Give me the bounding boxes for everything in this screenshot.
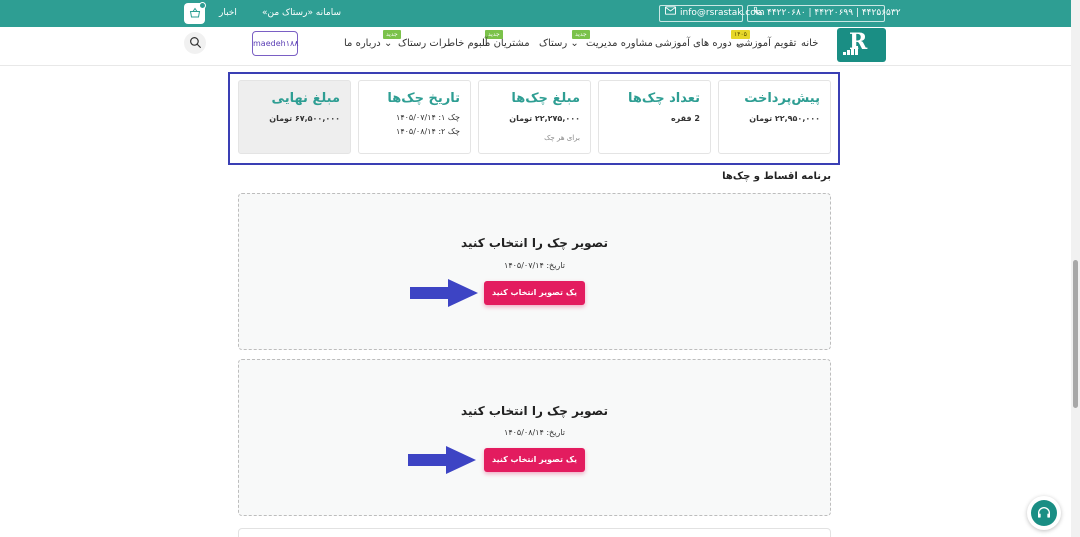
email-contact[interactable]: info@rsrastak.com xyxy=(659,5,765,22)
card-final-amount: مبلغ نهایی ۶۷,۵۰۰,۰۰۰ تومان xyxy=(238,80,351,154)
search-button[interactable] xyxy=(184,32,206,54)
support-chat-button[interactable] xyxy=(1027,496,1061,530)
card-cheque-amount-value: ۲۲,۲۷۵,۰۰۰ تومان xyxy=(509,114,580,123)
nav-about[interactable]: ⌄ درباره ما xyxy=(344,27,392,61)
logo-bars-icon xyxy=(843,46,858,55)
nav-rastak[interactable]: ⌄ رستاک xyxy=(539,27,579,61)
user-account-button[interactable]: maedeh۱۸۸ xyxy=(252,31,299,56)
card-cheque-date-1: چک ۱: ۱۴۰۵/۰۷/۱۴ xyxy=(396,113,460,122)
card-final-amount-value: ۶۷,۵۰۰,۰۰۰ تومان xyxy=(269,114,340,123)
card-cheque-count-value: 2 فقره xyxy=(670,114,700,123)
card-prepayment-value: ۲۲,۹۵۰,۰۰۰ تومان xyxy=(749,114,820,123)
nav-consulting[interactable]: مشاوره مدیریت xyxy=(586,27,653,61)
my-system-link[interactable]: سامانه «رستاک من» xyxy=(262,0,341,27)
nav-home[interactable]: خانه xyxy=(801,27,818,61)
card-prepayment: پیش‌پرداخت ۲۲,۹۵۰,۰۰۰ تومان xyxy=(718,80,831,154)
cheque-upload-box-1: تصویر چک را انتخاب کنید تاریخ: ۱۴۰۵/۰۷/۱… xyxy=(238,193,831,350)
phone-contact[interactable]: ۴۴۲۲۰۶۸۰ | ۴۴۲۲۰۶۹۹ | ۴۴۲۵۶۵۳۲ xyxy=(747,5,901,22)
section-title-installments: برنامه اقساط و چک‌ها xyxy=(722,171,831,182)
headset-icon xyxy=(1031,500,1057,526)
card-prepayment-title: پیش‌پرداخت xyxy=(744,91,820,106)
upload-1-select-image-button[interactable]: یک تصویر انتخاب کنید xyxy=(484,281,585,305)
card-cheque-dates-title: تاریخ چک‌ها xyxy=(387,91,460,106)
card-cheque-count: تعداد چک‌ها 2 فقره xyxy=(598,80,711,154)
nav-courses[interactable]: ⌄ دوره های آموزشی xyxy=(655,27,743,61)
upload-2-select-image-button[interactable]: یک تصویر انتخاب کنید xyxy=(484,448,585,472)
chevron-down-icon: ⌄ xyxy=(383,38,393,49)
arrow-right-icon xyxy=(408,446,476,474)
upload-1-date: تاریخ: ۱۴۰۵/۰۷/۱۴ xyxy=(504,261,565,270)
chevron-down-icon: ⌄ xyxy=(734,38,744,49)
card-cheque-amount-title: مبلغ چک‌ها xyxy=(511,91,580,106)
news-link[interactable]: اخبار xyxy=(219,0,237,27)
main-navbar xyxy=(0,27,1071,66)
upload-2-title: تصویر چک را انتخاب کنید xyxy=(461,404,608,418)
cheque-upload-box-3-partial xyxy=(238,528,831,537)
basket-count-dot xyxy=(199,2,206,9)
phone-numbers: ۴۴۲۲۰۶۸۰ | ۴۴۲۲۰۶۹۹ | ۴۴۲۵۶۵۳۲ xyxy=(767,8,901,18)
upload-1-title: تصویر چک را انتخاب کنید xyxy=(461,236,608,250)
email-address: info@rsrastak.com xyxy=(680,8,765,18)
arrow-right-icon xyxy=(410,279,478,307)
card-cheque-dates: تاریخ چک‌ها چک ۱: ۱۴۰۵/۰۷/۱۴ چک ۲: ۱۴۰۵/… xyxy=(358,80,471,154)
upload-2-date: تاریخ: ۱۴۰۵/۰۸/۱۴ xyxy=(504,428,565,437)
nav-album[interactable]: آلبوم خاطرات رستاک xyxy=(398,27,488,61)
card-cheque-count-title: تعداد چک‌ها xyxy=(628,91,700,106)
card-final-amount-title: مبلغ نهایی xyxy=(271,91,340,106)
card-cheque-date-2: چک ۲: ۱۴۰۵/۰۸/۱۴ xyxy=(396,127,460,136)
chevron-down-icon: ⌄ xyxy=(570,38,579,49)
envelope-icon xyxy=(665,6,676,21)
card-cheque-amount: مبلغ چک‌ها ۲۲,۲۷۵,۰۰۰ تومان برای هر چک xyxy=(478,80,591,154)
search-icon xyxy=(189,34,202,53)
top-bar xyxy=(0,0,1071,27)
scrollbar-thumb[interactable] xyxy=(1073,260,1078,408)
card-cheque-amount-note: برای هر چک xyxy=(544,134,580,142)
cheque-upload-box-2: تصویر چک را انتخاب کنید تاریخ: ۱۴۰۵/۰۸/۱… xyxy=(238,359,831,516)
